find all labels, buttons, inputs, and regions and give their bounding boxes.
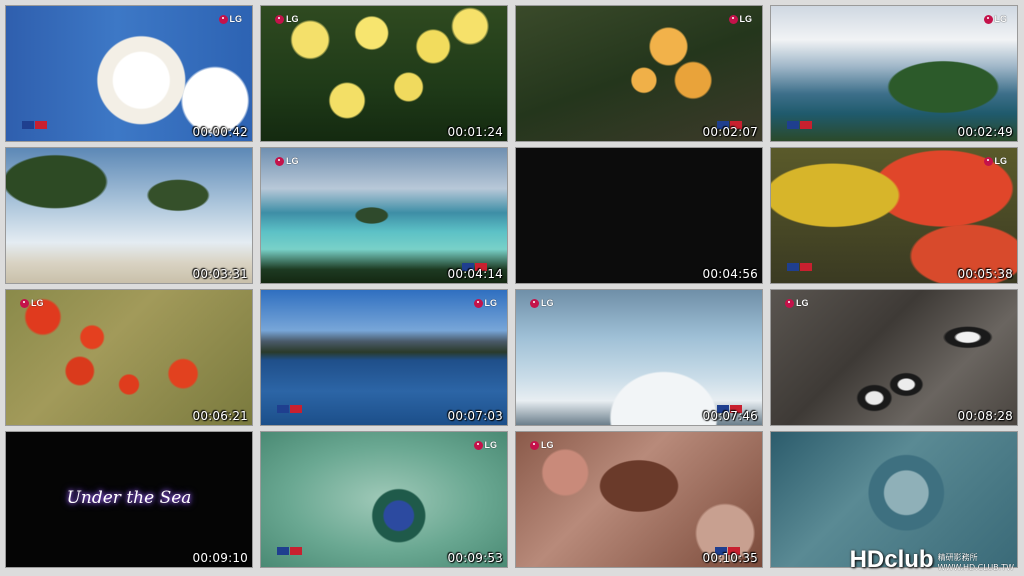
channel-badge	[277, 405, 302, 413]
channel-badge	[277, 547, 302, 555]
timecode: 00:10:35	[702, 551, 758, 565]
lg-logo: LG	[473, 440, 498, 450]
watermark-side-text: 精研影務所 WWW.HD.CLUB.TW	[938, 552, 1014, 572]
thumbnail-4[interactable]: LG 00:02:49	[770, 5, 1018, 142]
timecode: 00:03:31	[192, 267, 248, 281]
lg-logo-icon	[473, 440, 483, 450]
thumbnail-3[interactable]: LG 00:02:07	[515, 5, 763, 142]
thumbnail-11[interactable]: LG 00:07:46	[515, 289, 763, 426]
lg-logo-icon	[983, 14, 993, 24]
lg-logo-icon	[20, 298, 29, 308]
hdclub-watermark: HDclub 精研影務所 WWW.HD.CLUB.TW	[849, 546, 1014, 573]
lg-logo-text: LG	[286, 14, 299, 24]
channel-badge	[787, 121, 812, 129]
thumbnail-15[interactable]: LG 00:10:35	[515, 431, 763, 568]
lg-logo-icon	[530, 440, 539, 450]
lg-logo-icon	[218, 14, 228, 24]
thumbnail-7[interactable]: 00:04:56	[515, 147, 763, 284]
thumbnail-2[interactable]: LG 00:01:24	[260, 5, 508, 142]
lg-logo-icon	[275, 14, 284, 24]
lg-logo: LG	[473, 298, 498, 308]
thumbnail-5[interactable]: 00:03:31	[5, 147, 253, 284]
lg-logo-text: LG	[541, 440, 554, 450]
contact-sheet: LG 00:00:42 LG 00:01:24 LG 00:02:07 LG 0…	[0, 0, 1024, 576]
thumbnail-14[interactable]: LG 00:09:53	[260, 431, 508, 568]
channel-badge	[787, 263, 812, 271]
timecode: 00:05:38	[957, 267, 1013, 281]
lg-logo: LG	[983, 14, 1008, 24]
lg-logo-text: LG	[739, 14, 753, 24]
thumbnail-1[interactable]: LG 00:00:42	[5, 5, 253, 142]
timecode: 00:09:53	[447, 551, 503, 565]
timecode: 00:07:03	[447, 409, 503, 423]
watermark-chinese-text: 精研影務所	[937, 553, 978, 562]
channel-badge	[22, 121, 47, 129]
timecode: 00:00:42	[192, 125, 248, 139]
timecode: 00:08:28	[957, 409, 1013, 423]
lg-logo-text: LG	[31, 298, 44, 308]
timecode: 00:01:24	[447, 125, 503, 139]
timecode: 00:02:49	[957, 125, 1013, 139]
watermark-url-text: WWW.HD.CLUB.TW	[937, 563, 1014, 572]
timecode: 00:04:56	[702, 267, 758, 281]
lg-logo: LG	[530, 440, 554, 450]
palm-beach-scene	[6, 148, 252, 283]
lg-logo-icon	[728, 14, 738, 24]
timecode: 00:07:46	[702, 409, 758, 423]
timecode: 00:06:21	[192, 409, 248, 423]
lg-logo: LG	[530, 298, 554, 308]
lg-logo: LG	[275, 156, 299, 166]
timecode: 00:04:14	[447, 267, 503, 281]
lg-logo-text: LG	[541, 298, 554, 308]
lg-logo: LG	[728, 14, 753, 24]
daffodil-scene	[261, 6, 507, 141]
watermark-logo-text: HDclub	[849, 546, 934, 573]
lg-logo-icon	[983, 156, 993, 166]
thumbnail-9[interactable]: LG 00:06:21	[5, 289, 253, 426]
timecode: 00:09:10	[192, 551, 248, 565]
lg-logo-text: LG	[994, 156, 1008, 166]
lg-logo-text: LG	[484, 298, 498, 308]
lg-logo: LG	[218, 14, 243, 24]
penguins-scene	[771, 290, 1017, 425]
lg-logo-text: LG	[994, 14, 1008, 24]
thumbnail-grid: LG 00:00:42 LG 00:01:24 LG 00:02:07 LG 0…	[5, 5, 1018, 568]
lg-logo-text: LG	[484, 440, 498, 450]
thumbnail-10[interactable]: LG 00:07:03	[260, 289, 508, 426]
thumbnail-8[interactable]: LG 00:05:38	[770, 147, 1018, 284]
lg-logo-icon	[785, 298, 794, 308]
lg-logo: LG	[785, 298, 809, 308]
lg-logo-text: LG	[229, 14, 243, 24]
lg-logo: LG	[275, 14, 299, 24]
thumbnail-12[interactable]: LG 00:08:28	[770, 289, 1018, 426]
lg-logo-text: LG	[286, 156, 299, 166]
lg-logo-icon	[473, 298, 483, 308]
lg-logo: LG	[983, 156, 1008, 166]
lg-logo-icon	[275, 156, 284, 166]
thumbnail-13[interactable]: Under the Sea 00:09:10	[5, 431, 253, 568]
timecode: 00:02:07	[702, 125, 758, 139]
maple-leaves-scene	[6, 290, 252, 425]
black-frame	[516, 148, 762, 283]
lg-logo-icon	[530, 298, 539, 308]
title-card-text: Under the Sea	[66, 488, 192, 508]
thumbnail-6[interactable]: LG 00:04:14	[260, 147, 508, 284]
lg-logo: LG	[20, 298, 44, 308]
lg-logo-text: LG	[796, 298, 809, 308]
